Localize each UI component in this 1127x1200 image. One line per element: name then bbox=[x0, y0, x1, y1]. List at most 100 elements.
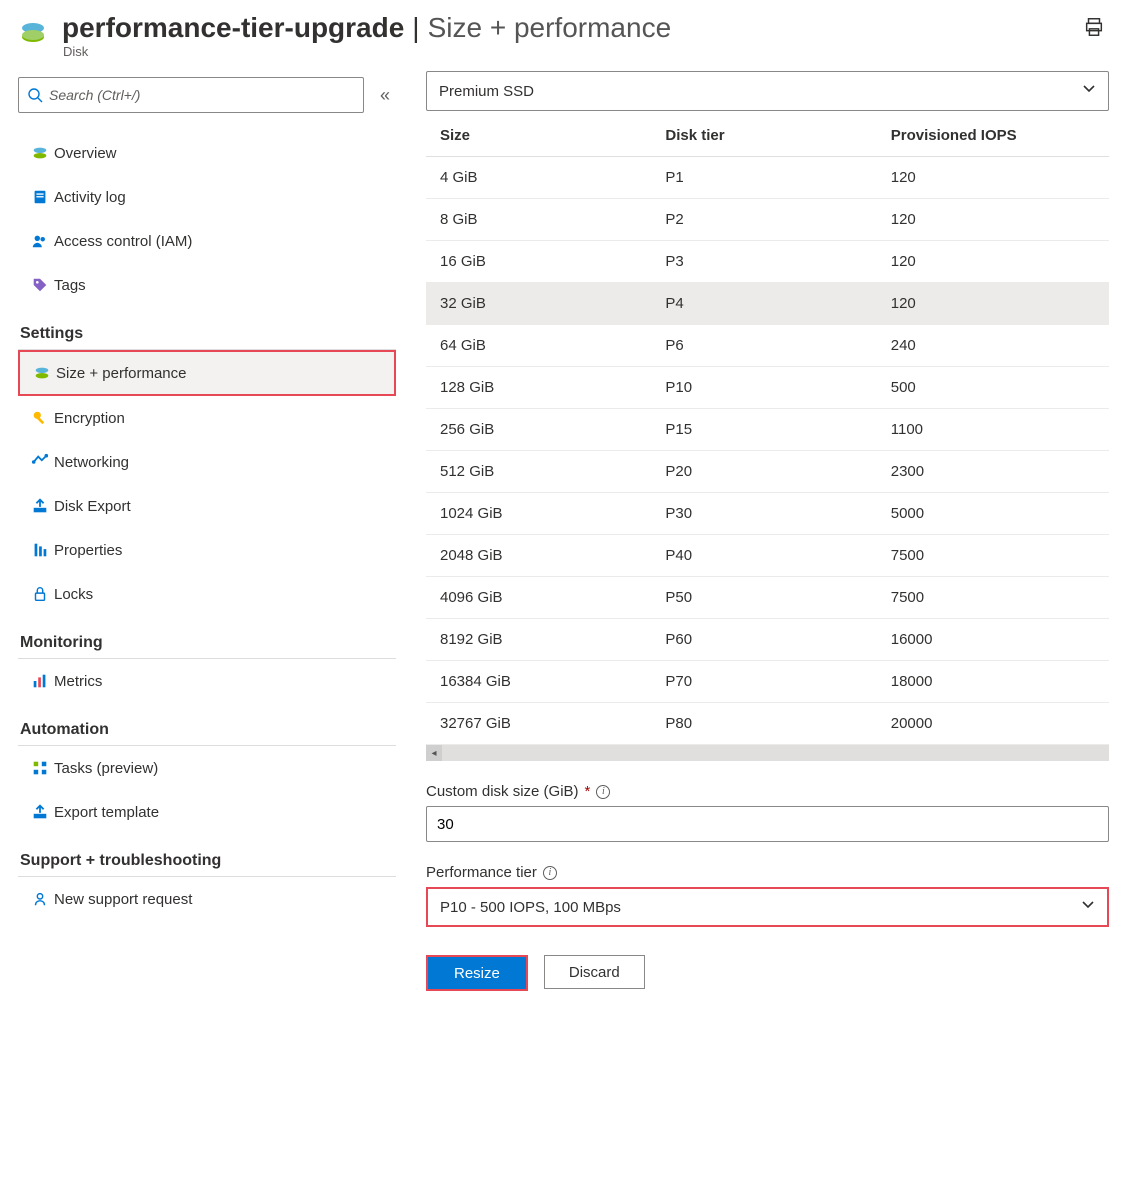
table-header[interactable]: Disk tier bbox=[651, 115, 876, 157]
sidebar-item-networking[interactable]: Networking bbox=[18, 440, 396, 484]
resize-button[interactable]: Resize bbox=[426, 955, 528, 991]
table-cell-iops: 120 bbox=[877, 157, 1109, 199]
sidebar-item-tasks[interactable]: Tasks (preview) bbox=[18, 746, 396, 790]
search-placeholder: Search (Ctrl+/) bbox=[49, 87, 140, 103]
table-cell-size: 32 GiB bbox=[426, 283, 651, 325]
table-cell-size: 16 GiB bbox=[426, 241, 651, 283]
key-icon bbox=[26, 409, 54, 427]
sidebar-item-label: Access control (IAM) bbox=[54, 233, 192, 250]
table-cell-tier: P6 bbox=[651, 325, 876, 367]
metrics-icon bbox=[26, 672, 54, 690]
disk-sku-value: Premium SSD bbox=[439, 83, 534, 100]
sidebar-item-label: Networking bbox=[54, 454, 129, 471]
disk-icon bbox=[18, 18, 48, 51]
table-cell-iops: 16000 bbox=[877, 619, 1109, 661]
sidebar-item-label: Tasks (preview) bbox=[54, 760, 158, 777]
table-cell-tier: P80 bbox=[651, 703, 876, 745]
sidebar-item-iam[interactable]: Access control (IAM) bbox=[18, 219, 396, 263]
chevron-down-icon bbox=[1081, 898, 1095, 917]
sidebar-item-export[interactable]: Disk Export bbox=[18, 484, 396, 528]
table-header[interactable]: Size bbox=[426, 115, 651, 157]
sidebar-item-label: Disk Export bbox=[54, 498, 131, 515]
table-row[interactable]: 32767 GiBP8020000 bbox=[426, 703, 1109, 745]
table-row[interactable]: 4096 GiBP507500 bbox=[426, 577, 1109, 619]
resource-type: Disk bbox=[63, 44, 1079, 59]
sidebar-item-encryption[interactable]: Encryption bbox=[18, 396, 396, 440]
table-row[interactable]: 32 GiBP4120 bbox=[426, 283, 1109, 325]
sidebar-item-properties[interactable]: Properties bbox=[18, 528, 396, 572]
lock-icon bbox=[26, 585, 54, 603]
sidebar-item-tags[interactable]: Tags bbox=[18, 263, 396, 307]
search-input[interactable]: Search (Ctrl+/) bbox=[18, 77, 364, 113]
table-header[interactable]: Provisioned IOPS bbox=[877, 115, 1109, 157]
table-cell-tier: P4 bbox=[651, 283, 876, 325]
sidebar-item-label: Tags bbox=[54, 277, 86, 294]
table-row[interactable]: 4 GiBP1120 bbox=[426, 157, 1109, 199]
table-cell-tier: P70 bbox=[651, 661, 876, 703]
resource-name: performance-tier-upgrade bbox=[62, 12, 404, 44]
sidebar-section-header: Automation bbox=[18, 721, 396, 746]
table-row[interactable]: 2048 GiBP407500 bbox=[426, 535, 1109, 577]
scroll-left-arrow[interactable]: ◂ bbox=[426, 745, 442, 761]
horizontal-scrollbar[interactable]: ◂ bbox=[426, 745, 1109, 761]
table-row[interactable]: 128 GiBP10500 bbox=[426, 367, 1109, 409]
info-icon[interactable]: i bbox=[543, 866, 557, 880]
table-cell-iops: 1100 bbox=[877, 409, 1109, 451]
table-cell-tier: P10 bbox=[651, 367, 876, 409]
table-cell-size: 32767 GiB bbox=[426, 703, 651, 745]
table-cell-iops: 7500 bbox=[877, 577, 1109, 619]
table-cell-tier: P50 bbox=[651, 577, 876, 619]
sidebar-section-header: Support + troubleshooting bbox=[18, 852, 396, 877]
blade-title: Size + performance bbox=[428, 12, 672, 44]
info-icon[interactable]: i bbox=[596, 785, 610, 799]
performance-tier-value: P10 - 500 IOPS, 100 MBps bbox=[440, 899, 621, 916]
disk-icon bbox=[28, 364, 56, 382]
network-icon bbox=[26, 453, 54, 471]
sidebar-item-label: Export template bbox=[54, 804, 159, 821]
sidebar-item-label: Activity log bbox=[54, 189, 126, 206]
table-row[interactable]: 8 GiBP2120 bbox=[426, 199, 1109, 241]
sidebar-item-metrics[interactable]: Metrics bbox=[18, 659, 396, 703]
sidebar-item-activity[interactable]: Activity log bbox=[18, 175, 396, 219]
table-cell-size: 1024 GiB bbox=[426, 493, 651, 535]
sidebar-item-overview[interactable]: Overview bbox=[18, 131, 396, 175]
people-icon bbox=[26, 232, 54, 250]
table-row[interactable]: 1024 GiBP305000 bbox=[426, 493, 1109, 535]
sidebar-item-size[interactable]: Size + performance bbox=[18, 350, 396, 396]
sidebar-item-label: Locks bbox=[54, 586, 93, 603]
sidebar-item-label: New support request bbox=[54, 891, 192, 908]
table-row[interactable]: 64 GiBP6240 bbox=[426, 325, 1109, 367]
performance-tier-select[interactable]: P10 - 500 IOPS, 100 MBps bbox=[426, 887, 1109, 927]
table-cell-iops: 120 bbox=[877, 241, 1109, 283]
table-cell-iops: 120 bbox=[877, 199, 1109, 241]
table-cell-tier: P30 bbox=[651, 493, 876, 535]
custom-size-input[interactable] bbox=[426, 806, 1109, 842]
collapse-sidebar-button[interactable]: « bbox=[374, 81, 396, 110]
discard-button[interactable]: Discard bbox=[544, 955, 645, 989]
sidebar-item-support[interactable]: New support request bbox=[18, 877, 396, 921]
table-row[interactable]: 512 GiBP202300 bbox=[426, 451, 1109, 493]
table-cell-tier: P2 bbox=[651, 199, 876, 241]
tag-icon bbox=[26, 276, 54, 294]
sidebar-section-header: Settings bbox=[18, 325, 396, 350]
table-cell-size: 4 GiB bbox=[426, 157, 651, 199]
table-cell-iops: 7500 bbox=[877, 535, 1109, 577]
table-row[interactable]: 16384 GiBP7018000 bbox=[426, 661, 1109, 703]
sidebar-item-locks[interactable]: Locks bbox=[18, 572, 396, 616]
table-row[interactable]: 256 GiBP151100 bbox=[426, 409, 1109, 451]
table-cell-tier: P15 bbox=[651, 409, 876, 451]
support-icon bbox=[26, 890, 54, 908]
table-row[interactable]: 16 GiBP3120 bbox=[426, 241, 1109, 283]
print-button[interactable] bbox=[1079, 12, 1109, 45]
title-separator: | bbox=[412, 12, 419, 44]
table-cell-iops: 120 bbox=[877, 283, 1109, 325]
table-cell-tier: P20 bbox=[651, 451, 876, 493]
table-row[interactable]: 8192 GiBP6016000 bbox=[426, 619, 1109, 661]
disk-sku-select[interactable]: Premium SSD bbox=[426, 71, 1109, 111]
table-cell-size: 4096 GiB bbox=[426, 577, 651, 619]
table-cell-tier: P60 bbox=[651, 619, 876, 661]
table-cell-iops: 5000 bbox=[877, 493, 1109, 535]
sidebar-item-label: Properties bbox=[54, 542, 122, 559]
sidebar-item-label: Encryption bbox=[54, 410, 125, 427]
sidebar-item-template[interactable]: Export template bbox=[18, 790, 396, 834]
